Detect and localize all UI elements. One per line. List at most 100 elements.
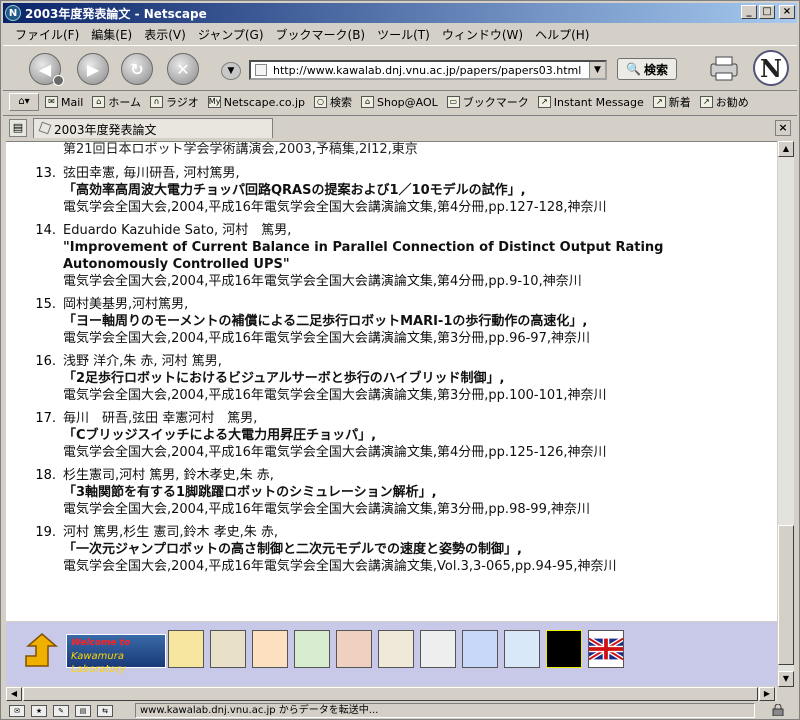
bookmark-folder[interactable]: ▭ ブックマーク xyxy=(446,94,529,110)
list-item: 16. 浅野 洋介,朱 赤, 河村 篤男, 「2足歩行ロボットにおけるビジュアル… xyxy=(30,353,770,404)
security-lock-icon[interactable] xyxy=(767,704,789,716)
page-icon xyxy=(255,64,267,76)
venue: 電気学会全国大会,2004,平成16年電気学会全国大会講演論文集,第4分冊,pp… xyxy=(63,274,582,289)
window-title: 2003年度発表論文 - Netscape xyxy=(25,6,207,21)
forward-button[interactable]: ▶ xyxy=(77,53,109,85)
person-icon[interactable] xyxy=(504,630,540,668)
status-bar: ✉ ★ ✎ ▤ ⇆ www.kawalab.dnj.vnu.ac.jp からデー… xyxy=(3,702,797,719)
scroll-right-button[interactable]: ▶ xyxy=(759,687,775,701)
equipment-icon[interactable] xyxy=(378,630,414,668)
venue: 電気学会全国大会,2004,平成16年電気学会全国大会講演論文集,第3分冊,pp… xyxy=(63,502,590,517)
bookmark-radio[interactable]: ∩ ラジオ xyxy=(150,94,199,110)
menu-go[interactable]: ジャンプ(G) xyxy=(192,26,270,43)
menu-help[interactable]: ヘルプ(H) xyxy=(529,26,595,43)
url-dropdown[interactable]: ▼ xyxy=(589,62,605,78)
instant-message-icon[interactable]: ★ xyxy=(31,704,47,717)
tab-current[interactable]: 2003年度発表論文 xyxy=(33,118,273,138)
paper-title: 「一次元ジャンプロボットの高さ制御と二次元モデルでの速度と姿勢の制御」, xyxy=(63,542,522,557)
scroll-thumb[interactable] xyxy=(778,525,794,665)
address-book-icon[interactable]: ▤ xyxy=(75,704,91,717)
home-icon: ⌂ xyxy=(92,96,106,108)
bookmark-icon: ↗ xyxy=(652,96,666,108)
research-tools-icon[interactable] xyxy=(294,630,330,668)
new-tab-icon[interactable]: ▤ xyxy=(9,119,27,137)
bookmark-icon: ↗ xyxy=(537,96,551,108)
stop-button[interactable]: ✕ xyxy=(167,53,199,85)
netscape-app-icon: N xyxy=(5,5,21,21)
page-icon xyxy=(38,121,52,135)
scroll-up-button[interactable]: ▲ xyxy=(778,141,794,157)
netscape-throbber-icon[interactable]: N xyxy=(753,50,789,86)
history-dropdown[interactable]: ▼ xyxy=(221,62,241,80)
owl-mascot-icon[interactable] xyxy=(168,630,204,668)
vertical-scrollbar[interactable]: ▲ ▼ xyxy=(778,141,794,687)
mail-icon[interactable]: ✉ xyxy=(9,704,25,717)
bookmark-shop[interactable]: ⌂ Shop@AOL xyxy=(361,96,438,109)
bookmark-recommended[interactable]: ↗ お勧め xyxy=(699,94,749,110)
bookmark-home[interactable]: ⌂ ホーム xyxy=(92,94,141,110)
folder-icon: ▭ xyxy=(446,96,460,108)
authors: Eduardo Kazuhide Sato, 河村 篤男, xyxy=(63,223,292,238)
scroll-thumb[interactable] xyxy=(23,687,758,701)
logo-lab-name: Kawamura Laboratory xyxy=(71,651,126,675)
item-number: 15. xyxy=(35,297,56,312)
item-number: 14. xyxy=(35,223,56,238)
horizontal-scrollbar[interactable]: ◀ ▶ xyxy=(6,687,777,701)
map-icon[interactable] xyxy=(462,630,498,668)
menu-tools[interactable]: ツール(T) xyxy=(371,26,436,43)
home-tab-icon[interactable]: ⌂▾ xyxy=(9,93,39,111)
search-icon: ○ xyxy=(314,96,327,108)
list-item: 18. 杉生憲司,河村 篤男, 鈴木孝史,朱 赤, 「3軸関節を有する1脚跳躍ロ… xyxy=(30,467,770,518)
printer-icon[interactable] xyxy=(707,54,741,82)
menu-bookmarks[interactable]: ブックマーク(B) xyxy=(270,26,372,43)
mail-icon: ✉ xyxy=(45,96,58,108)
search-button[interactable]: 🔍 検索 xyxy=(617,58,677,80)
offline-icon[interactable]: ⇆ xyxy=(97,704,113,717)
publications-books-icon[interactable] xyxy=(336,630,372,668)
menu-window[interactable]: ウィンドウ(W) xyxy=(436,26,529,43)
robot-sketch-icon[interactable] xyxy=(252,630,288,668)
list-item: 19. 河村 篤男,杉生 憲司,鈴木 孝史,朱 赤, 「一次元ジャンプロボットの… xyxy=(30,524,770,575)
bookmark-search[interactable]: ○ 検索 xyxy=(314,94,352,110)
magnifier-icon: 🔍 xyxy=(626,62,641,76)
uk-flag-icon[interactable] xyxy=(587,630,625,668)
navigation-toolbar: ◀ ▶ ↻ ✕ ▼ http://www.kawalab.dnj.vnu.ac.… xyxy=(3,45,797,91)
bookmark-netscape[interactable]: My Netscape.co.jp xyxy=(207,96,305,109)
search-button-label: 検索 xyxy=(643,62,668,77)
bookmark-instant-message[interactable]: ↗ Instant Message xyxy=(537,96,644,109)
url-input[interactable]: http://www.kawalab.dnj.vnu.ac.jp/papers/… xyxy=(249,60,607,80)
search-magnifier-icon[interactable] xyxy=(546,630,582,668)
maximize-button[interactable]: □ xyxy=(759,5,775,19)
paper-title: 「2足歩行ロボットにおけるビジュアルサーボと歩行のハイブリッド制御」, xyxy=(63,371,505,386)
venue: 電気学会全国大会,2004,平成16年電気学会全国大会講演論文集,第3分冊,pp… xyxy=(63,331,590,346)
venue: 電気学会全国大会,2004,平成16年電気学会全国大会講演論文集,第4分冊,pp… xyxy=(63,445,607,460)
lab-logo[interactable]: Welcome to Kawamura Laboratory xyxy=(66,634,166,675)
minimize-button[interactable]: _ xyxy=(741,5,757,19)
paper-title: 「3軸関節を有する1脚跳躍ロボットのシミュレーション解析」, xyxy=(63,485,437,500)
close-button[interactable]: × xyxy=(779,5,795,19)
menu-edit[interactable]: 編集(E) xyxy=(85,26,138,43)
reload-icon: ↻ xyxy=(130,59,144,79)
menu-view[interactable]: 表示(V) xyxy=(138,26,192,43)
back-dropdown[interactable] xyxy=(53,75,64,86)
back-button[interactable]: ◀ xyxy=(29,53,64,86)
authors: 岡村美基男,河村篤男, xyxy=(63,297,189,312)
authors: 河村 篤男,杉生 憲司,鈴木 孝史,朱 赤, xyxy=(63,525,279,540)
bookmark-new[interactable]: ↗ 新着 xyxy=(652,94,691,110)
bookmark-mail[interactable]: ✉ Mail xyxy=(45,96,83,109)
members-icon[interactable] xyxy=(210,630,246,668)
scroll-down-button[interactable]: ▼ xyxy=(778,671,794,687)
up-arrow-icon[interactable] xyxy=(22,632,62,672)
newspaper-icon[interactable] xyxy=(420,630,456,668)
list-item: 15. 岡村美基男,河村篤男, 「ヨー軸周りのモーメントの補償による二足歩行ロボ… xyxy=(30,296,770,347)
paper-title: "Improvement of Current Balance in Paral… xyxy=(63,240,664,272)
arrow-right-icon: ▶ xyxy=(86,59,100,79)
paper-title: 「Cブリッジスイッチによる大電力用昇圧チョッパ」, xyxy=(63,428,377,443)
scroll-left-button[interactable]: ◀ xyxy=(6,687,22,701)
close-tab-button[interactable]: × xyxy=(775,120,791,136)
shop-icon: ⌂ xyxy=(361,96,374,108)
reload-button[interactable]: ↻ xyxy=(121,53,153,85)
composer-icon[interactable]: ✎ xyxy=(53,704,69,717)
paper-title: 「高効率高周波大電力チョッパ回路QRASの提案および1／10モデルの試作」, xyxy=(63,183,526,198)
menu-file[interactable]: ファイル(F) xyxy=(9,26,85,43)
